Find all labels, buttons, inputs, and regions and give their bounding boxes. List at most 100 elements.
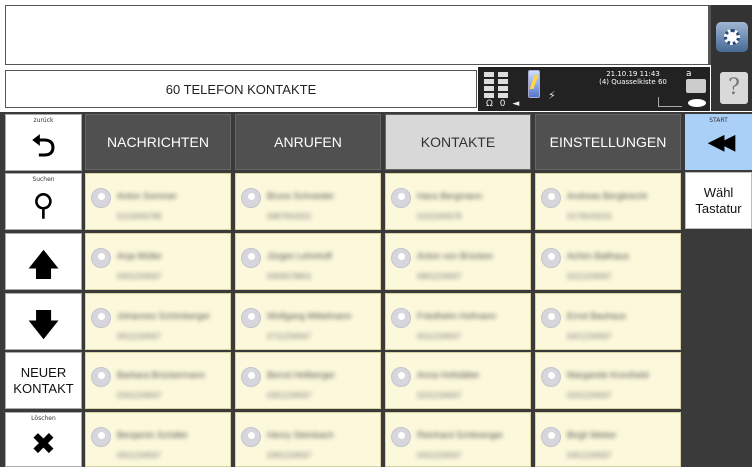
new-contact-label: NEUER KONTAKT: [13, 365, 74, 396]
avatar-icon: [391, 308, 411, 328]
avatar-icon: [91, 308, 111, 328]
avatar-icon: [391, 188, 411, 208]
contact-tile[interactable]: Anna Hofstätter 0231234567: [385, 352, 531, 409]
avatar-icon: [91, 188, 111, 208]
page-title: 60 TELEFON KONTAKTE: [5, 70, 477, 108]
search-button[interactable]: Suchen ⚲: [5, 173, 82, 230]
avatar-icon: [241, 248, 261, 268]
contact-tile[interactable]: Wolfgang Mittelmann 0711234567: [235, 293, 381, 350]
status-datetime: 21.10.19 11:43 (4) Quasselkiste 60: [578, 70, 688, 86]
contact-tile[interactable]: Andreas Bergbrecht 0176543210: [535, 173, 681, 230]
signal-bars-icon: [484, 72, 508, 98]
contact-tile[interactable]: Achim Ballhaus 0221234567: [535, 233, 681, 290]
contact-number: 0301234567: [117, 272, 162, 281]
contact-tile[interactable]: Bernd Hellberger 0351234567: [235, 352, 381, 409]
contact-tile[interactable]: Margarete Kroniheld 0201234567: [535, 352, 681, 409]
contact-number: 0431234567: [417, 451, 462, 460]
contact-tile[interactable]: Johannes Schönberger 0611234567: [85, 293, 231, 350]
scroll-down-button[interactable]: 🡇: [5, 293, 82, 350]
avatar-icon: [91, 367, 111, 387]
avatar-icon: [391, 427, 411, 447]
contact-name: Friedhelm Hofmann: [417, 311, 497, 321]
contact-name: Ernst Bauhaus: [567, 311, 627, 321]
contact-number: 0341234567: [117, 391, 162, 400]
tab-einstellungen[interactable]: EINSTELLUNGEN: [535, 114, 681, 170]
avatar-icon: [541, 188, 561, 208]
contact-name: Jürgen Lehnhoff: [267, 251, 332, 261]
start-caption: START: [709, 117, 728, 124]
contact-name: Anton von Brücken: [417, 251, 494, 261]
contact-name: Hans Bergmann: [417, 191, 483, 201]
datetime-text: 21.10.19 11:43: [606, 70, 660, 78]
delete-icon: ✖: [30, 427, 57, 462]
dial-keypad-button[interactable]: Wähl Tastatur: [685, 172, 752, 229]
contact-tile[interactable]: Reinhard Schlesinger 0431234567: [385, 412, 531, 467]
contact-name: Andreas Bergbrecht: [567, 191, 648, 201]
avatar-icon: [541, 248, 561, 268]
avatar-icon: [91, 248, 111, 268]
contact-name: Benjamin Schäfer: [117, 430, 189, 440]
message-text-area[interactable]: [5, 5, 710, 65]
search-caption: Suchen: [32, 176, 55, 183]
contact-tile[interactable]: Jürgen Lehnhoff 0405678901: [235, 233, 381, 290]
contact-name: Achim Ballhaus: [567, 251, 630, 261]
printer-icon: [686, 79, 706, 93]
help-button[interactable]: ?: [720, 72, 748, 104]
tab-nachrichten[interactable]: NACHRICHTEN: [85, 114, 231, 170]
contact-tile[interactable]: Friedhelm Hofmann 0511234567: [385, 293, 531, 350]
contact-tile[interactable]: Anton Sommer 0123456789: [85, 173, 231, 230]
tab-kontakte[interactable]: KONTAKTE: [385, 114, 531, 170]
status-indicator-a: a: [686, 69, 692, 79]
start-button[interactable]: START ◀◀: [685, 114, 752, 170]
contact-tile[interactable]: Anja Müller 0301234567: [85, 233, 231, 290]
avatar-icon: [391, 248, 411, 268]
contact-tile[interactable]: Anton von Brücken 0891234567: [385, 233, 531, 290]
contact-tile[interactable]: Hans Bergmann 0152345678: [385, 173, 531, 230]
avatar-icon: [391, 367, 411, 387]
status-panel: Ω 0 ◄ ⚡ 21.10.19 11:43 (4) Quasselkiste …: [478, 67, 710, 111]
contact-name: Henry Steinbach: [267, 430, 334, 440]
contact-tile[interactable]: Benjamin Schäfer 0911234567: [85, 412, 231, 467]
new-contact-button[interactable]: NEUER KONTAKT: [5, 352, 82, 409]
gear-icon: [724, 29, 740, 45]
avatar-icon: [241, 427, 261, 447]
arrow-up-icon: 🡅: [28, 248, 59, 283]
rewind-icon: ◀◀: [707, 130, 736, 155]
contact-name: Barbara Brückermann: [117, 370, 206, 380]
contact-name: Wolfgang Mittelmann: [267, 311, 352, 321]
contact-name: Johannes Schönberger: [117, 311, 211, 321]
contact-name: Bernd Hellberger: [267, 370, 336, 380]
status-line-text: (4) Quasselkiste 60: [599, 78, 667, 86]
delete-button[interactable]: Löschen ✖: [5, 412, 82, 467]
speedometer-icon: [688, 99, 706, 107]
contact-number: 0221234567: [567, 272, 612, 281]
contact-number: 0511234567: [417, 332, 461, 341]
settings-gear-button[interactable]: [716, 22, 748, 52]
contact-name: Bruno Schneider: [267, 191, 335, 201]
contact-tile[interactable]: Bruno Schneider 0987654321: [235, 173, 381, 230]
contact-tile[interactable]: Barbara Brückermann 0341234567: [85, 352, 231, 409]
audio-status-icons: Ω 0 ◄: [486, 99, 522, 109]
contact-tile[interactable]: Birgit Weber 0451234567: [535, 412, 681, 467]
avatar-icon: [91, 427, 111, 447]
battery-icon: [528, 70, 540, 98]
contact-tile[interactable]: Henry Steinbach 0391234567: [235, 412, 381, 467]
contact-number: 0176543210: [567, 212, 612, 221]
contact-number: 0123456789: [117, 212, 162, 221]
back-button[interactable]: zurück ⮌: [5, 114, 82, 171]
avatar-icon: [241, 188, 261, 208]
contact-number: 0711234567: [267, 332, 311, 341]
contact-number: 0201234567: [567, 391, 612, 400]
contact-tile[interactable]: Ernst Bauhaus 0421234567: [535, 293, 681, 350]
avatar-icon: [241, 367, 261, 387]
contact-number: 0911234567: [117, 451, 161, 460]
contact-name: Anton Sommer: [117, 191, 178, 201]
avatar-icon: [241, 308, 261, 328]
scroll-up-button[interactable]: 🡅: [5, 233, 82, 290]
graph-icon: [658, 97, 682, 107]
tab-anrufen[interactable]: ANRUFEN: [235, 114, 381, 170]
contact-number: 0987654321: [267, 212, 312, 221]
plug-icon: ⚡: [548, 89, 556, 102]
contact-number: 0152345678: [417, 212, 462, 221]
contact-number: 0611234567: [117, 332, 161, 341]
